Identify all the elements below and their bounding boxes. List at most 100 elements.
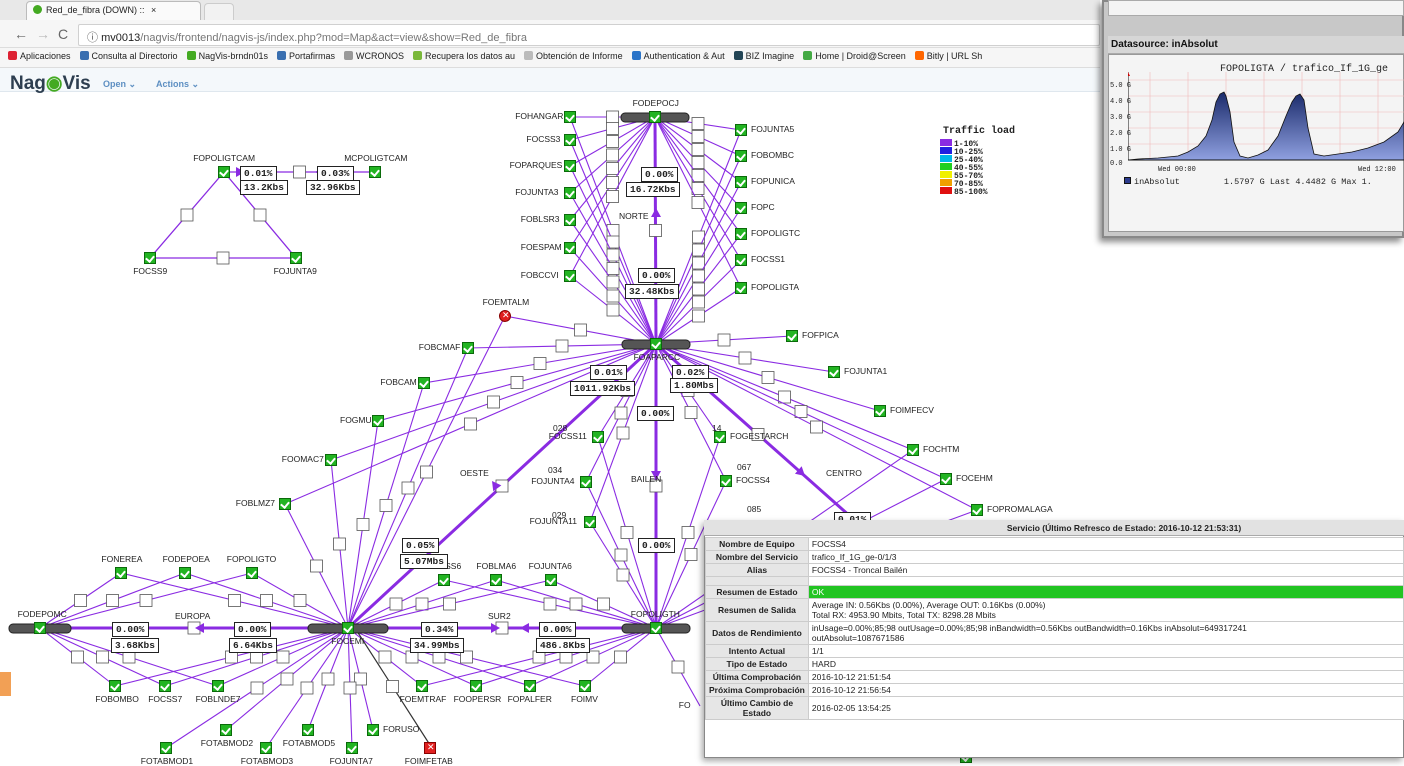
menu-actions[interactable]: Actions ⌄ (156, 79, 199, 90)
link-hover-box[interactable] (606, 224, 620, 237)
link-value-box[interactable]: 13.2Kbs (240, 180, 288, 195)
status-ok-icon[interactable] (369, 166, 381, 178)
link-hover-box[interactable] (300, 681, 314, 695)
node-label[interactable]: FOPARQUES (510, 160, 563, 170)
menu-open[interactable]: Open ⌄ (103, 79, 136, 90)
link-hover-box[interactable] (606, 122, 619, 135)
status-ok-icon[interactable] (735, 228, 747, 240)
link-hover-box[interactable] (614, 406, 628, 420)
link-hover-box[interactable] (614, 548, 628, 562)
link-hover-box[interactable] (606, 162, 619, 175)
node-label[interactable]: FOOMAC7 (282, 454, 324, 464)
status-ok-icon[interactable] (34, 622, 46, 634)
node-label[interactable]: FOBCMAF (419, 342, 461, 352)
node-label[interactable]: FOCEMI (331, 636, 364, 646)
link-hover-box[interactable] (620, 526, 634, 539)
tab-close-icon[interactable]: × (151, 5, 156, 15)
link-hover-box[interactable] (343, 681, 357, 695)
bookmark-item[interactable]: Aplicaciones (8, 51, 71, 61)
link-hover-box[interactable] (717, 333, 731, 347)
link-hover-box[interactable] (692, 282, 705, 296)
node-label[interactable]: FOIMFECV (890, 405, 934, 415)
link-hover-box[interactable] (778, 390, 791, 404)
link-value-box[interactable]: 0.00% (539, 622, 576, 637)
link-hover-box[interactable] (649, 224, 662, 237)
link-hover-box[interactable] (250, 681, 264, 695)
status-ok-icon[interactable] (564, 270, 576, 282)
link-hover-box[interactable] (616, 568, 630, 582)
bookmark-item[interactable]: Home | Droid@Screen (803, 51, 906, 61)
node-label[interactable]: FOCSS9 (133, 266, 167, 276)
node-label[interactable]: FOTABMOD5 (283, 738, 335, 748)
link-hover-box[interactable] (253, 208, 267, 222)
link-hover-box[interactable] (356, 518, 370, 531)
link-value-box[interactable]: 32.48Kbs (625, 284, 679, 299)
link-hover-box[interactable] (443, 597, 456, 611)
link-hover-box[interactable] (276, 650, 290, 664)
status-ok-icon[interactable] (218, 166, 230, 178)
bookmark-item[interactable]: BIZ Imagine (733, 51, 794, 61)
node-label[interactable]: FOPOLIGTC (751, 228, 800, 238)
link-hover-box[interactable] (555, 339, 569, 353)
link-hover-box[interactable] (606, 135, 619, 148)
status-critical-icon[interactable] (424, 742, 436, 754)
link-hover-box[interactable] (597, 597, 610, 611)
status-ok-icon[interactable] (160, 742, 172, 754)
link-hover-box[interactable] (293, 165, 306, 179)
node-label[interactable]: FOPOLIGTA (751, 282, 799, 292)
link-hover-box[interactable] (415, 597, 429, 611)
node-label[interactable]: FOGESTARCH (730, 431, 788, 441)
status-ok-icon[interactable] (720, 475, 732, 487)
status-ok-icon[interactable] (735, 254, 747, 266)
status-ok-icon[interactable] (650, 622, 662, 634)
status-ok-icon[interactable] (372, 415, 384, 427)
link-hover-box[interactable] (606, 110, 619, 124)
node-label[interactable]: FODEPOMC (18, 609, 67, 619)
bookmark-item[interactable]: Portafirmas (276, 51, 335, 61)
link-hover-box[interactable] (692, 269, 705, 283)
link-hover-box[interactable] (569, 597, 583, 611)
status-ok-icon[interactable] (828, 366, 840, 378)
status-ok-icon[interactable] (735, 176, 747, 188)
status-ok-icon[interactable] (212, 680, 224, 692)
link-hover-box[interactable] (333, 537, 346, 551)
node-label[interactable]: FOBCAM (380, 377, 416, 387)
status-ok-icon[interactable] (144, 252, 156, 264)
node-label[interactable]: FOJUNTA5 (751, 124, 794, 134)
link-hover-box[interactable] (691, 143, 705, 156)
link-value-box[interactable]: 16.72Kbs (626, 182, 680, 197)
status-ok-icon[interactable] (462, 342, 474, 354)
link-hover-box[interactable] (606, 262, 620, 275)
node-label[interactable]: FOCSS3 (526, 134, 560, 144)
status-ok-icon[interactable] (115, 567, 127, 579)
link-value-box[interactable]: 5.07Mbs (400, 554, 448, 569)
link-value-box[interactable]: 0.03% (317, 166, 354, 181)
status-ok-icon[interactable] (367, 724, 379, 736)
link-value-box[interactable]: 32.96Kbs (306, 180, 360, 195)
link-value-box[interactable]: 1.80Mbs (670, 378, 718, 393)
link-hover-box[interactable] (616, 426, 630, 440)
status-ok-icon[interactable] (564, 111, 576, 123)
status-ok-icon[interactable] (346, 742, 358, 754)
link-hover-box[interactable] (510, 376, 524, 389)
status-ok-icon[interactable] (109, 680, 121, 692)
link-value-box[interactable]: 3.68Kbs (111, 638, 159, 653)
bookmark-item[interactable]: NagVis-brndn01s (186, 51, 268, 61)
status-critical-icon[interactable] (499, 310, 511, 322)
link-hover-box[interactable] (684, 548, 698, 561)
status-ok-icon[interactable] (416, 680, 428, 692)
status-ok-icon[interactable] (418, 377, 430, 389)
bookmark-item[interactable]: Obtención de Informe (524, 51, 623, 61)
node-label[interactable]: FOPC (751, 202, 775, 212)
link-hover-box[interactable] (293, 594, 307, 607)
status-ok-icon[interactable] (580, 476, 592, 488)
link-hover-box[interactable] (761, 371, 775, 384)
status-ok-icon[interactable] (290, 252, 302, 264)
status-ok-icon[interactable] (874, 405, 886, 417)
node-label[interactable]: FODEPOCJ (633, 98, 679, 108)
link-value-box[interactable]: 0.00% (112, 622, 149, 637)
link-value-box[interactable]: 0.00% (638, 268, 675, 283)
link-hover-box[interactable] (606, 248, 620, 262)
node-label[interactable]: FOBOMBO (95, 694, 138, 704)
back-icon[interactable]: ← (14, 26, 36, 42)
